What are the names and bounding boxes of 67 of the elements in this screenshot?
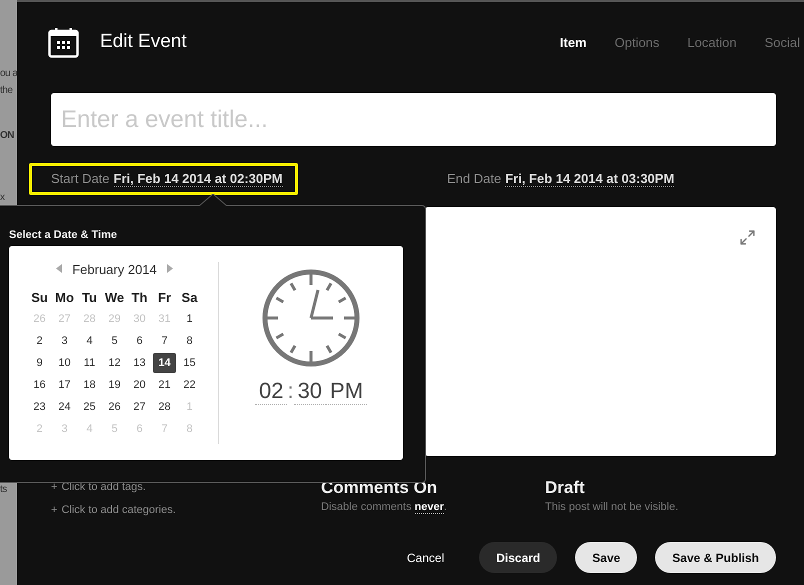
- calendar-day[interactable]: 22: [178, 375, 201, 395]
- calendar-day[interactable]: 14: [153, 353, 176, 373]
- calendar-day[interactable]: 26: [103, 397, 126, 417]
- previous-month-icon[interactable]: [56, 264, 62, 275]
- calendar-day[interactable]: 10: [53, 353, 76, 373]
- date-label: End Date: [447, 171, 502, 186]
- date-value: Fri, Feb 14 2014 at 02:30PM: [114, 171, 283, 187]
- calendar-day[interactable]: 15: [178, 353, 201, 373]
- status-title: Draft: [545, 478, 586, 498]
- calendar-day[interactable]: 9: [28, 353, 51, 373]
- calendar-day[interactable]: 16: [28, 375, 51, 395]
- date-field[interactable]: Start Date Fri, Feb 14 2014 at 02:30PM: [29, 163, 298, 195]
- time-separator: :: [287, 378, 294, 404]
- weekday-label: Th: [130, 288, 148, 306]
- calendar-day[interactable]: 18: [78, 375, 101, 395]
- calendar-day[interactable]: 3: [53, 331, 76, 351]
- action-button[interactable]: Save & Publish: [655, 542, 776, 573]
- calendar-day[interactable]: 27: [128, 397, 151, 417]
- calendar-day[interactable]: 8: [178, 331, 201, 351]
- weekday-label: Su: [30, 288, 49, 306]
- calendar-day[interactable]: 23: [28, 397, 51, 417]
- page-text: x: [0, 192, 6, 204]
- action-button[interactable]: Discard: [479, 542, 558, 573]
- dialog-title: Edit Event: [100, 31, 188, 53]
- status-text: This post will not be visible.: [545, 501, 680, 513]
- page-text: the: [0, 85, 14, 97]
- never-link[interactable]: never: [414, 501, 444, 514]
- calendar-day[interactable]: 17: [53, 375, 76, 395]
- calendar-day[interactable]: 19: [103, 375, 126, 395]
- calendar-day[interactable]: 25: [78, 397, 101, 417]
- calendar-day[interactable]: 1: [178, 309, 201, 329]
- comments-text: Disable comments never.: [321, 501, 448, 513]
- calendar-day[interactable]: 11: [78, 353, 101, 373]
- calendar-day[interactable]: 6: [128, 331, 151, 351]
- page-text: ts: [0, 484, 8, 496]
- period-field[interactable]: PM: [326, 378, 368, 405]
- date-label: Start Date: [51, 171, 110, 186]
- action-button[interactable]: Save: [575, 542, 638, 573]
- calendar-day[interactable]: 13: [128, 353, 151, 373]
- date-field[interactable]: End Date Fri, Feb 14 2014 at 03:30PM: [425, 163, 690, 195]
- weekday-label: Fr: [157, 288, 172, 306]
- weekday-label: We: [104, 288, 126, 306]
- calendar-day[interactable]: 12: [103, 353, 126, 373]
- add-link[interactable]: + Click to add categories.: [51, 504, 321, 516]
- calendar-day[interactable]: 24: [53, 397, 76, 417]
- next-month-icon[interactable]: [166, 264, 173, 275]
- weekday-label: Sa: [180, 288, 198, 306]
- month-title: February 2014: [72, 262, 157, 277]
- calendar-icon: [48, 26, 79, 58]
- clock-icon: [261, 268, 361, 368]
- calendar-day[interactable]: 5: [103, 331, 126, 351]
- calendar-day[interactable]: 2: [28, 331, 51, 351]
- hour-field[interactable]: 02: [254, 378, 288, 405]
- expand-icon[interactable]: [739, 229, 756, 246]
- calendar-day[interactable]: 21: [153, 375, 176, 395]
- weekday-label: Tu: [81, 288, 98, 306]
- date-value: Fri, Feb 14 2014 at 03:30PM: [505, 171, 674, 187]
- calendar-day[interactable]: 28: [153, 397, 176, 417]
- popover-title: Select a Date & Time: [9, 229, 118, 241]
- page-text: ON: [0, 130, 15, 142]
- calendar-day[interactable]: 20: [128, 375, 151, 395]
- minute-field[interactable]: 30: [294, 378, 326, 405]
- tab[interactable]: Item: [560, 34, 587, 50]
- calendar-day[interactable]: 7: [153, 331, 176, 351]
- cancel-button[interactable]: Cancel: [390, 542, 462, 573]
- weekday-label: Mo: [54, 288, 75, 306]
- calendar-day[interactable]: 4: [78, 331, 101, 351]
